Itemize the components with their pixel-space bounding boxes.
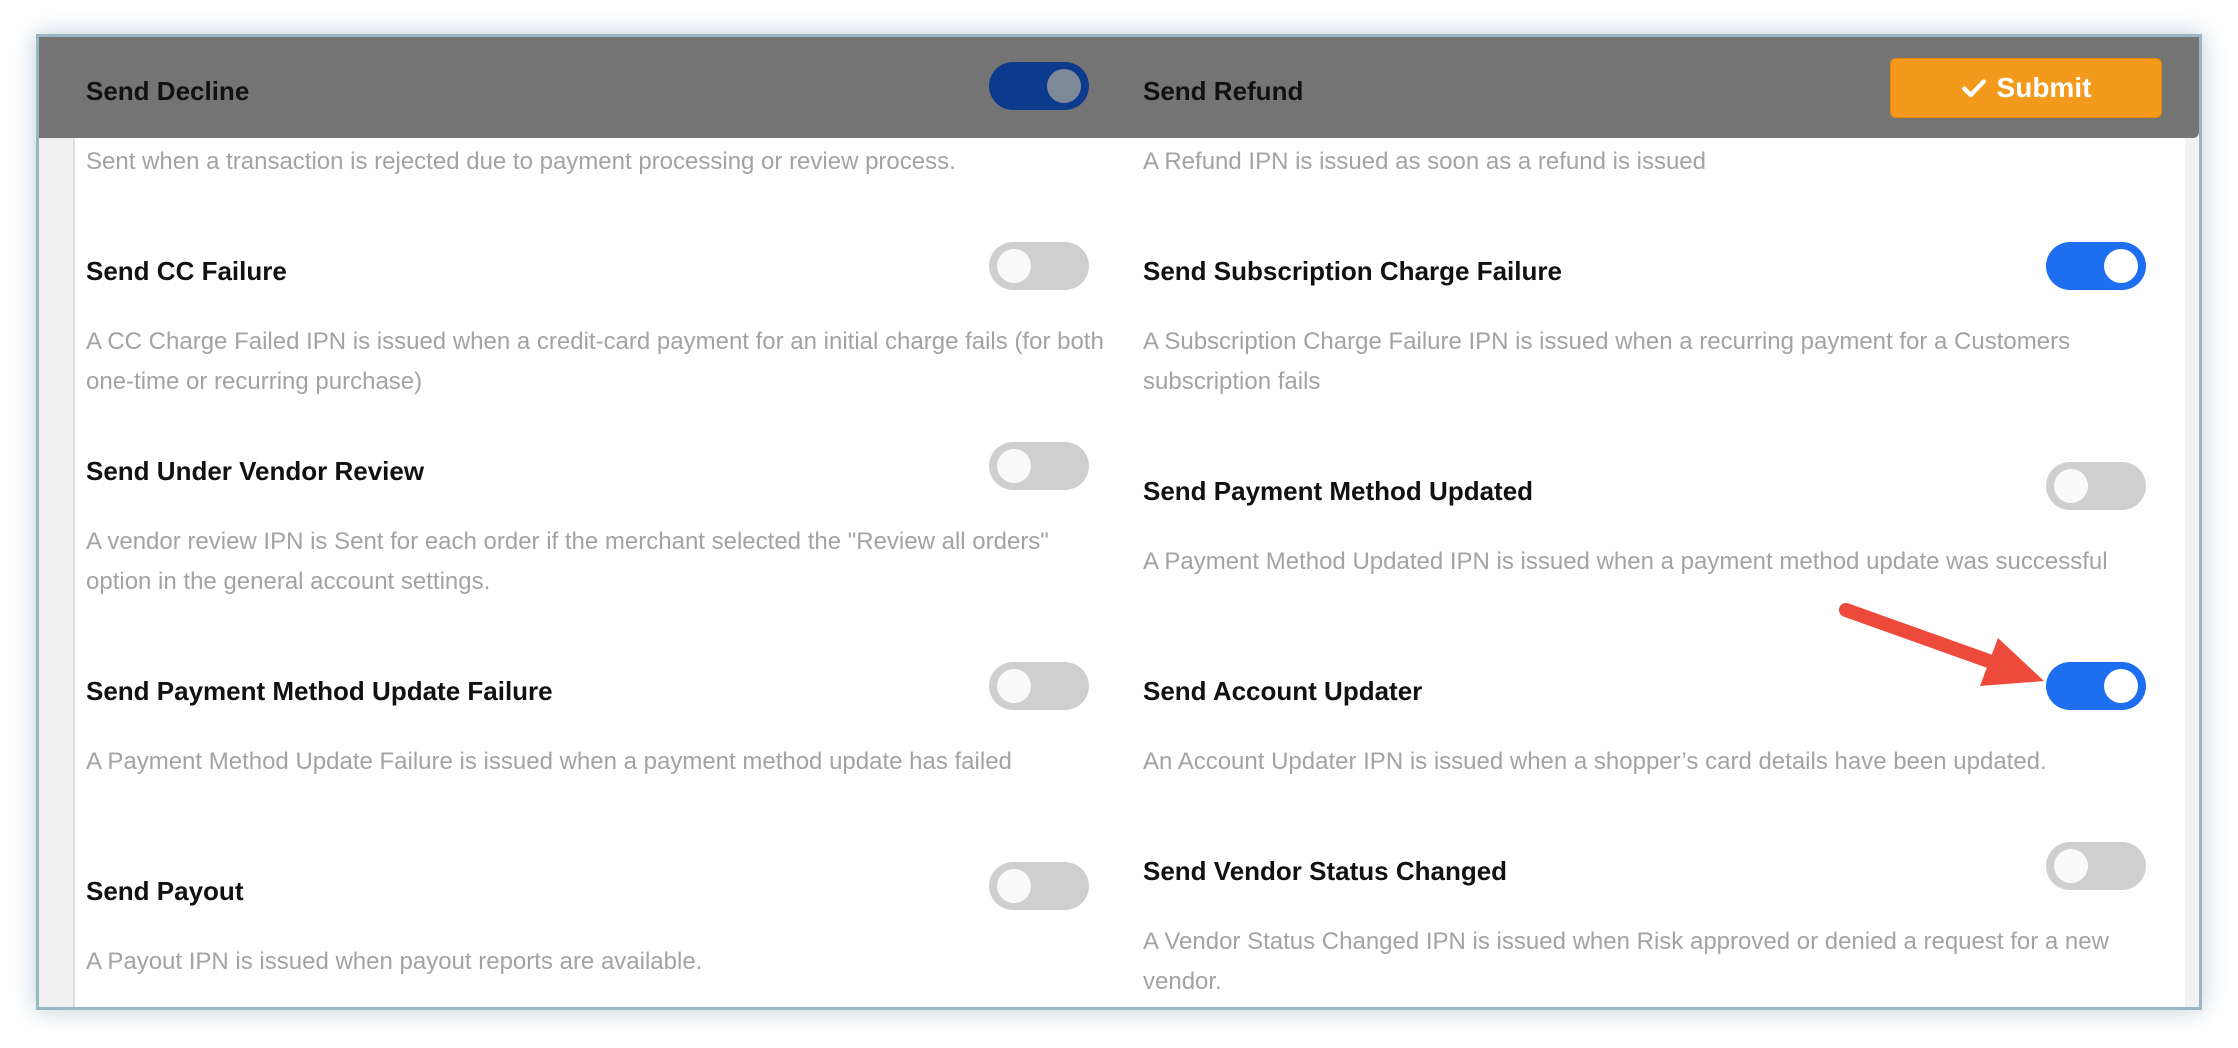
send-subscription-charge-failure-description: A Subscription Charge Failure IPN is iss… <box>1143 328 2071 395</box>
toggle-knob <box>997 249 1031 283</box>
toggle-knob <box>997 669 1031 703</box>
scrollbar-track[interactable] <box>2185 37 2199 1007</box>
send-decline-description: Sent when a transaction is rejected due … <box>86 148 956 175</box>
toggle-knob <box>2054 849 2088 883</box>
send-payment-method-updated-toggle[interactable] <box>2046 462 2146 510</box>
toggle-knob <box>2104 249 2138 283</box>
send-cc-failure-toggle[interactable] <box>989 242 1089 290</box>
send-payout-toggle[interactable] <box>989 862 1089 910</box>
submit-label: Submit <box>1996 72 2092 103</box>
send-decline-title: Send Decline <box>86 76 250 106</box>
annotation-arrow-icon <box>1839 603 2044 686</box>
send-under-vendor-review-title: Send Under Vendor Review <box>86 456 425 486</box>
toggle-knob <box>2104 669 2138 703</box>
send-payout-description: A Payout IPN is issued when payout repor… <box>86 948 703 975</box>
toggle-knob <box>997 449 1031 483</box>
send-refund-title: Send Refund <box>1143 76 1304 106</box>
send-payment-method-updated-title: Send Payment Method Updated <box>1143 476 1534 506</box>
check-icon <box>1961 79 1986 98</box>
send-payment-method-update-failure-title: Send Payment Method Update Failure <box>86 676 553 706</box>
send-refund-description: A Refund IPN is issued as soon as a refu… <box>1143 148 1706 175</box>
left-divider <box>73 37 75 1007</box>
send-account-updater-title: Send Account Updater <box>1143 676 1423 706</box>
send-under-vendor-review-description: A vendor review IPN is Sent for each ord… <box>86 528 1049 595</box>
toggle-knob <box>997 869 1031 903</box>
toggle-knob <box>2054 469 2088 503</box>
send-account-updater-toggle[interactable] <box>2046 662 2146 710</box>
send-subscription-charge-failure-toggle[interactable] <box>2046 242 2146 290</box>
send-account-updater-description: An Account Updater IPN is issued when a … <box>1143 748 2047 775</box>
sticky-header-overlay <box>39 37 2199 138</box>
send-cc-failure-title: Send CC Failure <box>86 256 287 286</box>
send-payment-method-updated-description: A Payment Method Updated IPN is issued w… <box>1143 548 2108 575</box>
submit-button[interactable]: Submit <box>1890 58 2162 118</box>
send-subscription-charge-failure-title: Send Subscription Charge Failure <box>1143 256 1562 286</box>
send-payout-title: Send Payout <box>86 876 244 906</box>
send-vendor-status-changed-title: Send Vendor Status Changed <box>1143 856 1508 886</box>
send-payment-method-update-failure-description: A Payment Method Update Failure is issue… <box>86 748 1012 775</box>
send-payment-method-update-failure-toggle[interactable] <box>989 662 1089 710</box>
send-cc-failure-description: A CC Charge Failed IPN is issued when a … <box>86 328 1104 395</box>
send-vendor-status-changed-toggle[interactable] <box>2046 842 2146 890</box>
left-gutter <box>39 37 73 1007</box>
send-vendor-status-changed-description: A Vendor Status Changed IPN is issued wh… <box>1143 928 2109 995</box>
send-under-vendor-review-toggle[interactable] <box>989 442 1089 490</box>
send-decline-toggle[interactable] <box>989 62 1089 110</box>
toggle-knob <box>1047 69 1081 103</box>
